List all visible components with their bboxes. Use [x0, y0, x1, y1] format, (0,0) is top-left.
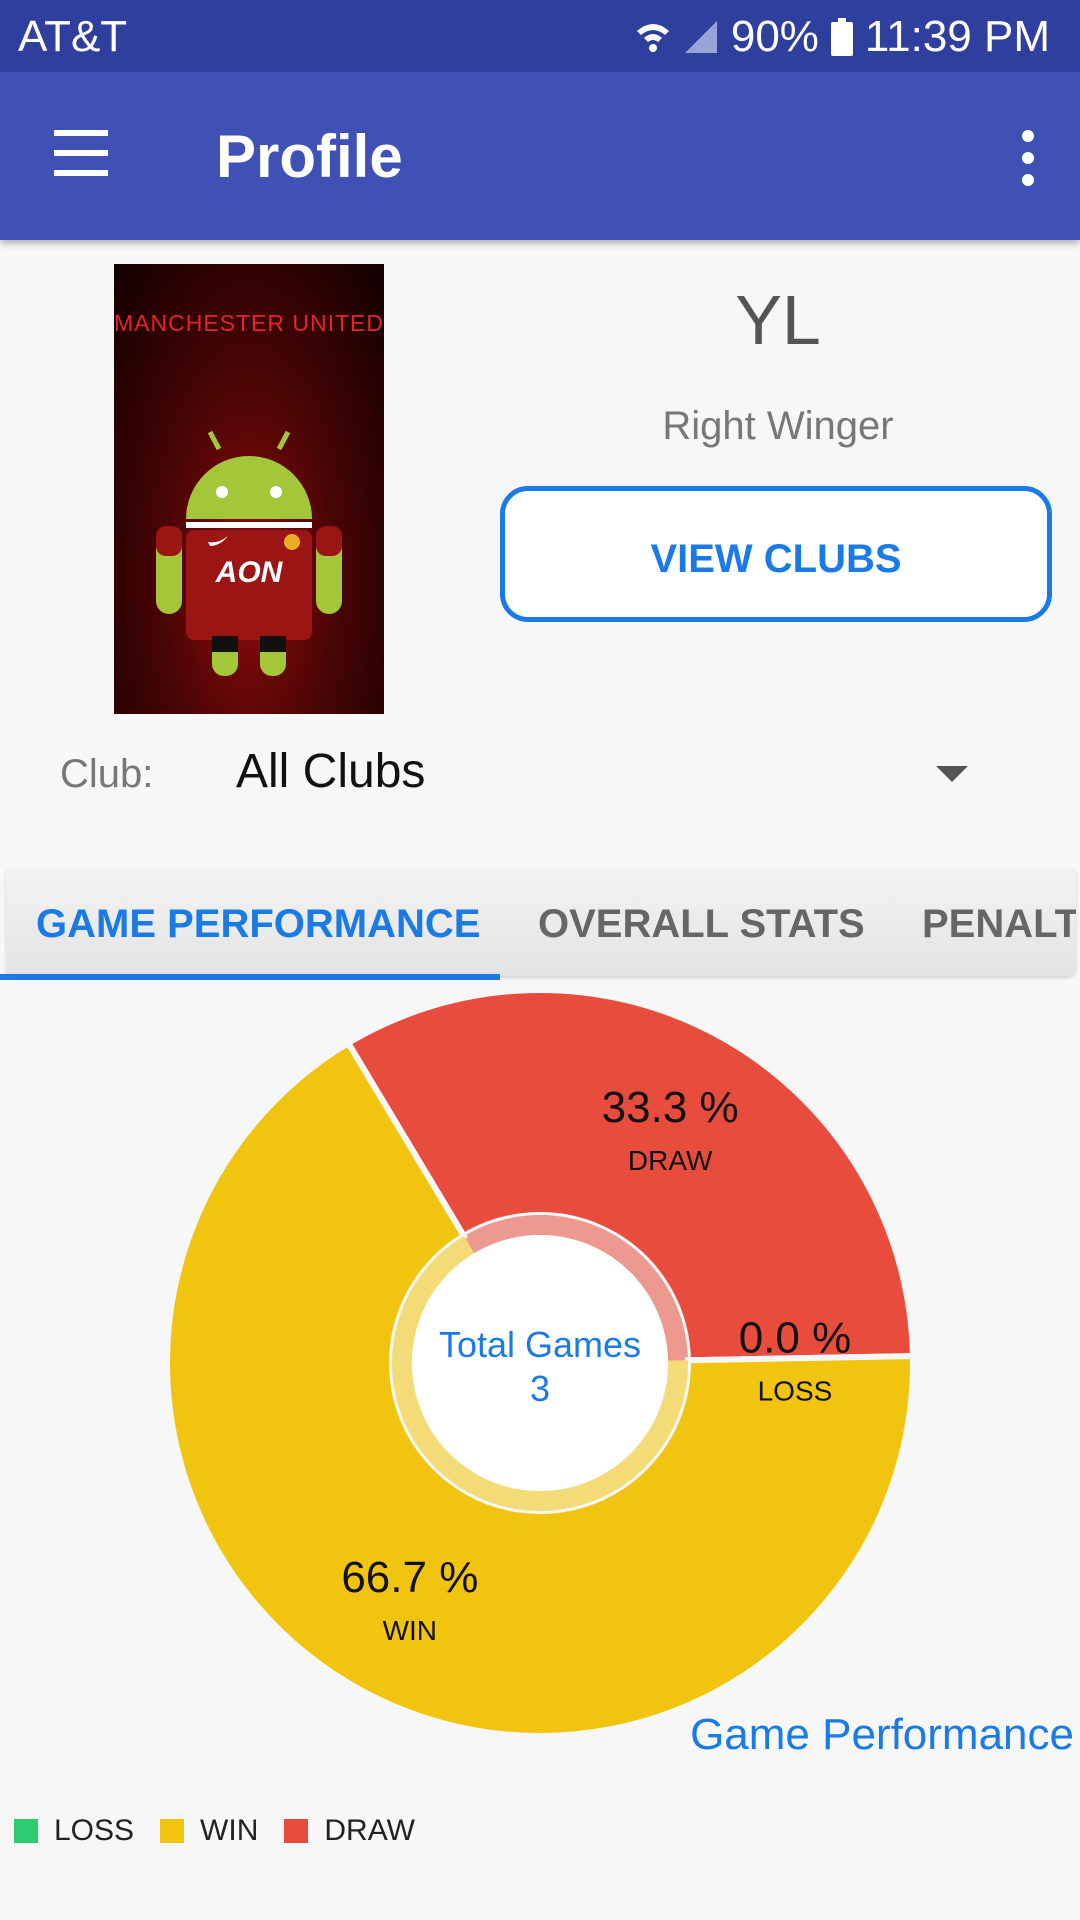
- more-options-icon[interactable]: [1014, 130, 1040, 190]
- slice-value-label: 33.3 %: [602, 1083, 739, 1132]
- clock: 11:39 PM: [864, 12, 1050, 61]
- center-label: Total Games: [439, 1324, 641, 1365]
- tab-overall-stats[interactable]: OVERALL STATS: [538, 902, 865, 947]
- slice-category-label: LOSS: [758, 1375, 833, 1406]
- battery-percent: 90%: [730, 12, 819, 61]
- carrier-label: AT&T: [18, 12, 128, 61]
- game-performance-chart: Total Games 3 33.3 % DRAW 0.0 % LOSS 66.7 % WIN: [0, 990, 1080, 1770]
- profile-avatar: MANCHESTER UNITED AON: [114, 264, 384, 714]
- signal-icon: [684, 21, 717, 53]
- chart-title: Game Performance: [690, 1710, 1074, 1759]
- player-position: Right Winger: [662, 404, 894, 448]
- club-label: Club:: [60, 752, 154, 796]
- legend-item-win: WIN: [160, 1814, 258, 1848]
- dropdown-arrow-icon: [936, 766, 968, 782]
- legend-swatch-loss: [14, 1819, 38, 1843]
- battery-icon: [830, 18, 853, 56]
- status-icons: 90% 11:39 PM: [635, 12, 1050, 62]
- hamburger-menu-icon[interactable]: [50, 130, 116, 182]
- view-clubs-button[interactable]: VIEW CLUBS: [500, 486, 1052, 622]
- club-dropdown-value: All Clubs: [236, 745, 426, 798]
- tab-bar: GAME PERFORMANCE OVERALL STATS PENALTY: [6, 866, 1076, 976]
- club-dropdown[interactable]: All Clubs: [236, 744, 976, 804]
- slice-value-label: 66.7 %: [341, 1553, 478, 1602]
- tab-game-performance[interactable]: GAME PERFORMANCE: [36, 902, 480, 947]
- slice-category-label: DRAW: [628, 1145, 713, 1176]
- page-title: Profile: [216, 123, 403, 190]
- slice-category-label: WIN: [383, 1615, 437, 1646]
- app-bar: Profile: [0, 72, 1080, 240]
- legend-item-loss: LOSS: [14, 1814, 134, 1848]
- legend-item-draw: DRAW: [284, 1814, 415, 1848]
- legend-swatch-win: [160, 1819, 185, 1843]
- player-name: YL: [735, 281, 821, 359]
- legend-swatch-draw: [284, 1819, 309, 1843]
- center-value: 3: [530, 1368, 550, 1409]
- tab-indicator: [0, 974, 500, 980]
- legend-label-loss: LOSS: [54, 1814, 135, 1847]
- tab-penalty[interactable]: PENALTY: [922, 902, 1076, 947]
- sponsor-logo: AON: [215, 556, 284, 589]
- status-bar: AT&T 90% 11:39 PM: [0, 0, 1080, 72]
- legend-label-draw: DRAW: [324, 1814, 415, 1847]
- donut-chart: Total Games3 33.3 % DRAW 0.0 % LOSS 66.7 % WIN: [164, 990, 916, 1739]
- chart-legend: LOSS WIN DRAW: [14, 1814, 441, 1848]
- wifi-icon: [636, 24, 669, 52]
- android-robot-icon: AON: [156, 430, 342, 676]
- legend-label-win: WIN: [200, 1814, 259, 1847]
- slice-value-label: 0.0 %: [739, 1313, 852, 1362]
